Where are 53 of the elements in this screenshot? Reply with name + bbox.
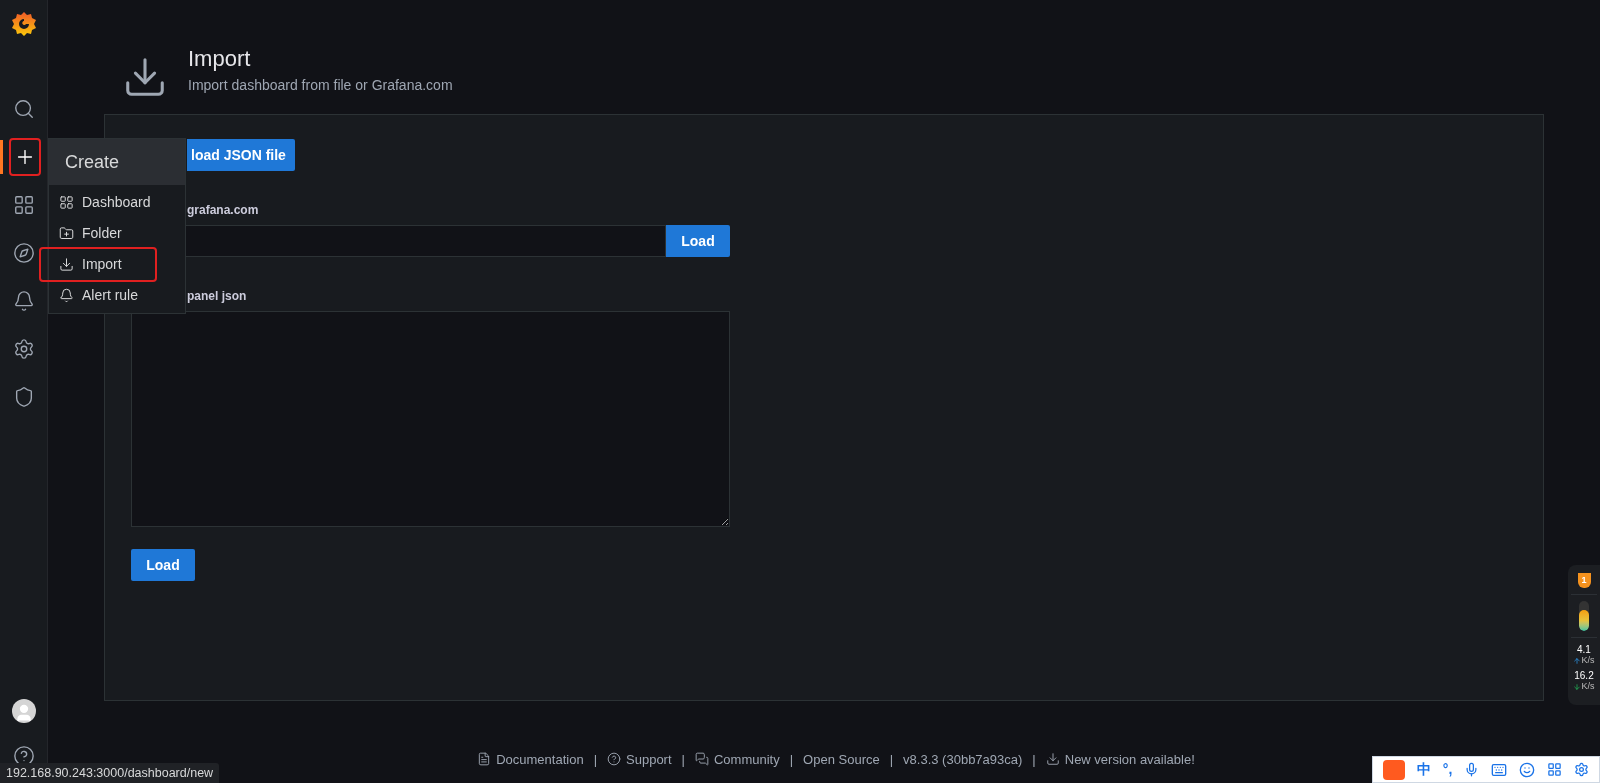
menu-item[interactable]: Alert rule [49,280,185,311]
ime-mode[interactable]: °, [1442,759,1453,780]
page-subtitle: Import dashboard from file or Grafana.com [188,76,453,95]
folder-icon [59,226,74,241]
menu-item[interactable]: Dashboard [49,187,185,218]
menu-title: Create [49,139,185,185]
microphone-icon[interactable] [1464,762,1480,777]
emoji-icon[interactable] [1519,761,1536,778]
separator: | [593,750,597,769]
bell-icon [59,288,74,303]
ime-mode[interactable]: 中 [1416,759,1431,780]
separator: | [681,750,685,769]
footer-link[interactable]: Support [607,749,672,769]
help-icon [607,752,621,767]
separator: | [789,750,794,769]
footer-link[interactable]: Open Source [803,749,880,769]
logo-icon[interactable] [10,10,37,38]
version-text: v8.3.3 (30bb7a93ca) [903,750,1023,769]
upload-arrow-icon [1573,656,1582,665]
document-icon [477,752,492,767]
settings-icon [12,338,35,360]
load-button[interactable]: Load [666,225,730,257]
compass-icon [12,242,35,264]
avatar-icon[interactable] [11,699,36,723]
search-icon [12,98,35,120]
footer-link[interactable]: Documentation [477,749,584,769]
upload-button[interactable]: load JSON file [187,139,295,171]
speed-value: 4.1 [1577,644,1591,655]
keyboard-icon[interactable] [1491,761,1508,778]
footer-link[interactable]: New version available! [1045,749,1195,769]
speed-unit: K/s [1581,681,1595,692]
grid-icon [59,195,74,210]
separator: | [1032,750,1036,769]
menu-item[interactable]: Import [41,249,155,280]
download-arrow-icon [1573,682,1582,691]
footer-link[interactable]: Community [694,749,780,769]
speed-unit: K/s [1581,655,1595,666]
page-title: Import [188,45,252,73]
field-label: panel json [187,288,248,305]
grid-icon[interactable] [1547,762,1563,777]
download-icon [59,257,74,272]
field-label: grafana.com [187,202,260,219]
separator: | [889,750,894,769]
status-url: 192.168.90.243:3000/dashboard/new [0,763,220,783]
chat-icon [694,752,709,767]
bell-icon [12,290,35,312]
settings-icon[interactable] [1574,762,1590,777]
grid-icon [12,194,35,216]
ime-logo-icon[interactable] [1382,759,1405,780]
speed-value: 16.2 [1574,670,1594,681]
load-button[interactable]: Load [131,549,195,581]
menu-item[interactable]: Folder [49,218,185,249]
download-icon [1045,752,1060,767]
